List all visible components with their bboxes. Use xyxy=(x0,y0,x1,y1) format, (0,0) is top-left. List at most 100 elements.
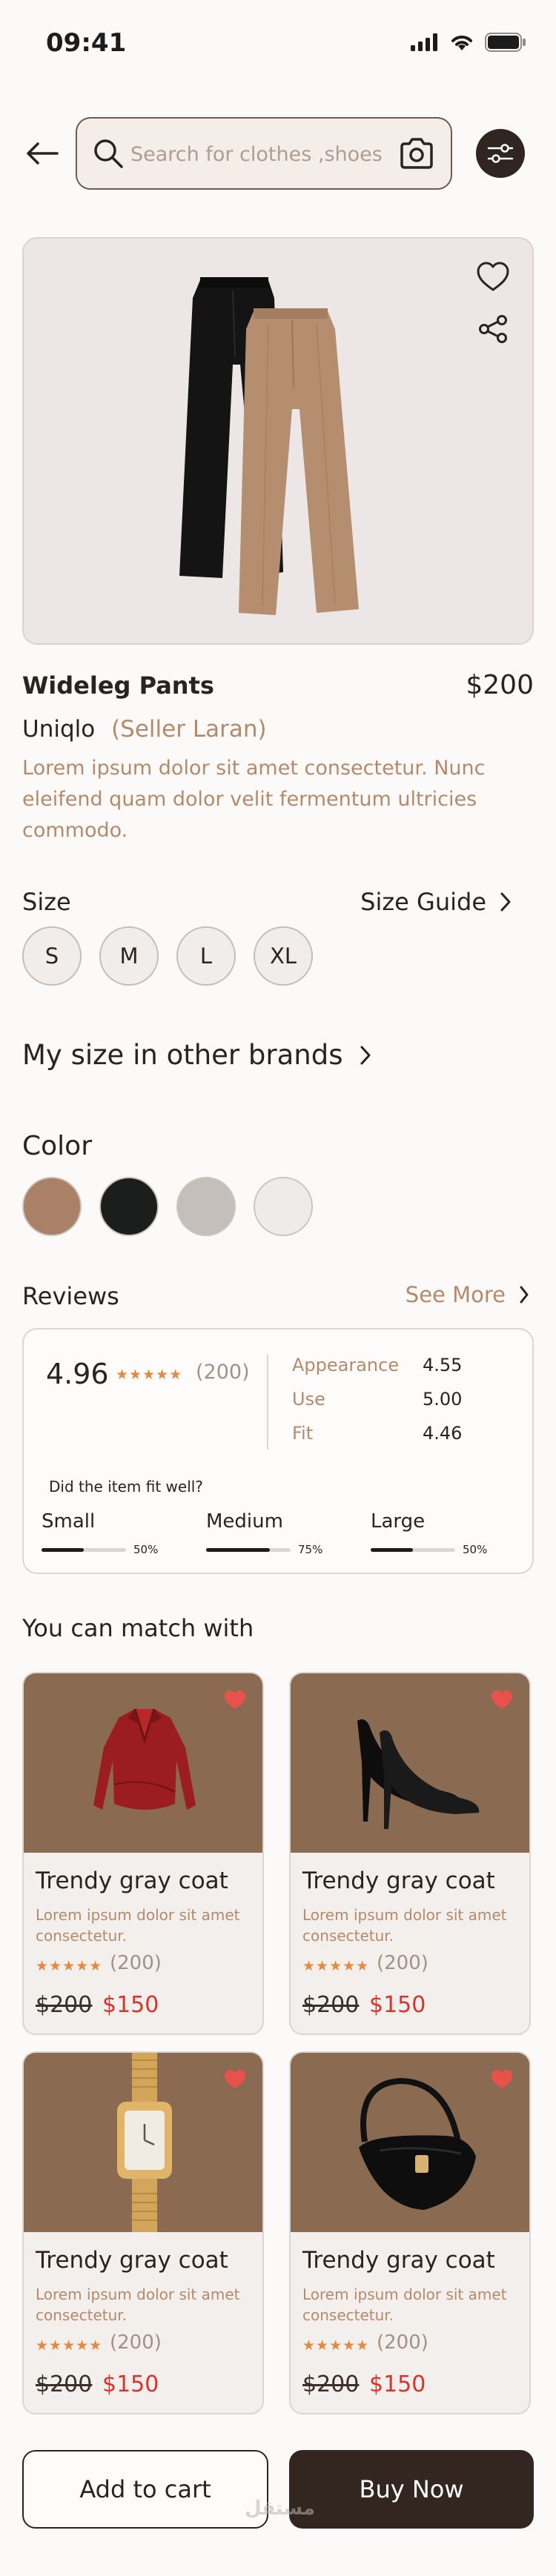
card-old-price: $200 xyxy=(302,2371,360,2397)
other-brands-label: My size in other brands xyxy=(22,1039,343,1071)
chevron-right-icon xyxy=(500,892,511,912)
filter-sliders-icon xyxy=(487,144,514,163)
status-bar: 09:41 xyxy=(0,0,556,89)
match-card[interactable]: Trendy gray coat Lorem ipsum dolor sit a… xyxy=(22,1672,264,2035)
cellular-signal-icon xyxy=(411,33,437,51)
filter-button[interactable] xyxy=(476,129,525,178)
match-card[interactable]: Trendy gray coat Lorem ipsum dolor sit a… xyxy=(289,1672,531,2035)
card-review-count: (200) xyxy=(110,1952,162,1974)
size-option-m[interactable]: M xyxy=(99,926,159,986)
color-swatch-gray[interactable] xyxy=(176,1177,236,1236)
rating-divider xyxy=(267,1355,268,1450)
share-icon xyxy=(479,315,507,343)
match-card[interactable]: Trendy gray coat Lorem ipsum dolor sit a… xyxy=(22,2051,264,2414)
fit-question: Did the item fit well? xyxy=(49,1478,203,1496)
fit-bar-fill xyxy=(371,1547,413,1552)
card-stars: ★★★★★ xyxy=(36,2337,103,2354)
fit-bar-fill xyxy=(206,1547,270,1552)
card-title: Trendy gray coat xyxy=(302,2247,495,2274)
buy-now-button[interactable]: Buy Now xyxy=(289,2450,534,2529)
wifi-icon xyxy=(451,36,472,50)
heart-filled-icon[interactable] xyxy=(224,2069,246,2092)
color-swatch-white[interactable] xyxy=(254,1177,313,1236)
card-old-price: $200 xyxy=(302,1992,360,2018)
size-option-s[interactable]: S xyxy=(22,926,82,986)
fit-medium: Medium 75% xyxy=(206,1510,332,1556)
brand-row: Uniqlo (Seller Laran) xyxy=(22,716,267,743)
add-to-cart-button[interactable]: Add to cart xyxy=(22,2450,268,2529)
heart-filled-icon[interactable] xyxy=(491,1690,513,1713)
fit-label: Large xyxy=(371,1510,426,1533)
card-sale-price: $150 xyxy=(102,1992,159,2018)
card-title: Trendy gray coat xyxy=(36,1868,228,1894)
fit-bar xyxy=(206,1547,291,1552)
fit-percent: 75% xyxy=(298,1543,323,1556)
back-button[interactable] xyxy=(22,133,62,173)
metric-value: 4.55 xyxy=(423,1355,463,1375)
favorite-button[interactable] xyxy=(476,261,510,295)
fit-percent: 50% xyxy=(463,1543,488,1556)
arrow-left-icon xyxy=(27,142,59,165)
chevron-right-icon xyxy=(520,1286,529,1304)
size-heading: Size xyxy=(22,888,71,916)
color-swatch-tan[interactable] xyxy=(22,1177,82,1236)
card-sale-price: $150 xyxy=(369,2371,426,2397)
color-options xyxy=(22,1177,313,1236)
rating-stars: ★★★★★ xyxy=(116,1367,183,1383)
card-review-count: (200) xyxy=(377,1952,428,1974)
search-bar[interactable] xyxy=(76,117,452,190)
card-description: Lorem ipsum dolor sit amet consectetur. xyxy=(36,1906,240,1945)
card-description: Lorem ipsum dolor sit amet consectetur. xyxy=(36,2285,240,2324)
seller-name[interactable]: (Seller Laran) xyxy=(111,716,267,743)
other-brands-link[interactable]: My size in other brands xyxy=(22,1039,371,1071)
heart-outline-icon xyxy=(477,262,509,291)
card-description: Lorem ipsum dolor sit amet consectetur. xyxy=(302,2285,507,2324)
card-sale-price: $150 xyxy=(369,1992,426,2018)
brand-name[interactable]: Uniqlo xyxy=(22,716,95,743)
metric-label: Use xyxy=(292,1389,325,1410)
size-guide-label: Size Guide xyxy=(360,888,486,916)
card-old-price: $200 xyxy=(36,1992,93,2018)
metric-label: Fit xyxy=(292,1423,314,1444)
rating-value: 4.96 xyxy=(46,1358,109,1390)
metric-value: 5.00 xyxy=(423,1389,463,1410)
card-old-price: $200 xyxy=(36,2371,93,2397)
fit-percent: 50% xyxy=(133,1543,159,1556)
color-swatch-black[interactable] xyxy=(99,1177,159,1236)
see-more-link[interactable]: See More xyxy=(406,1282,529,1307)
product-name: Wideleg Pants xyxy=(22,671,214,700)
fit-bar-fill xyxy=(42,1547,84,1552)
product-price: $200 xyxy=(466,670,534,700)
reviews-heading: Reviews xyxy=(22,1282,119,1310)
share-button[interactable] xyxy=(477,314,509,347)
heart-filled-icon[interactable] xyxy=(491,2069,513,2092)
card-review-count: (200) xyxy=(377,2331,428,2354)
fit-bar xyxy=(371,1547,455,1552)
status-time: 09:41 xyxy=(46,28,127,58)
search-input[interactable] xyxy=(130,136,397,172)
card-stars: ★★★★★ xyxy=(302,1958,370,1974)
watermark: مستقل xyxy=(245,2497,316,2520)
chevron-right-icon xyxy=(360,1046,370,1064)
fit-label: Small xyxy=(42,1510,96,1533)
see-more-label: See More xyxy=(405,1282,506,1307)
size-option-l[interactable]: L xyxy=(176,926,236,986)
camera-icon[interactable] xyxy=(399,136,434,170)
card-title: Trendy gray coat xyxy=(36,2247,228,2274)
size-option-xl[interactable]: XL xyxy=(254,926,313,986)
card-description: Lorem ipsum dolor sit amet consectetur. xyxy=(302,1906,507,1945)
rating-count: (200) xyxy=(196,1361,250,1384)
search-icon xyxy=(94,139,123,168)
fit-bar xyxy=(42,1547,126,1552)
product-description: Lorem ipsum dolor sit amet consectetur. … xyxy=(22,757,486,842)
card-review-count: (200) xyxy=(110,2331,162,2354)
match-heading: You can match with xyxy=(22,1614,254,1642)
metric-label: Appearance xyxy=(292,1355,400,1375)
card-stars: ★★★★★ xyxy=(302,2337,370,2354)
card-stars: ★★★★★ xyxy=(36,1958,103,1974)
metric-value: 4.46 xyxy=(423,1423,463,1444)
match-card[interactable]: Trendy gray coat Lorem ipsum dolor sit a… xyxy=(289,2051,531,2414)
size-guide-link[interactable]: Size Guide xyxy=(360,888,512,916)
battery-icon xyxy=(485,33,526,52)
heart-filled-icon[interactable] xyxy=(224,1690,246,1713)
